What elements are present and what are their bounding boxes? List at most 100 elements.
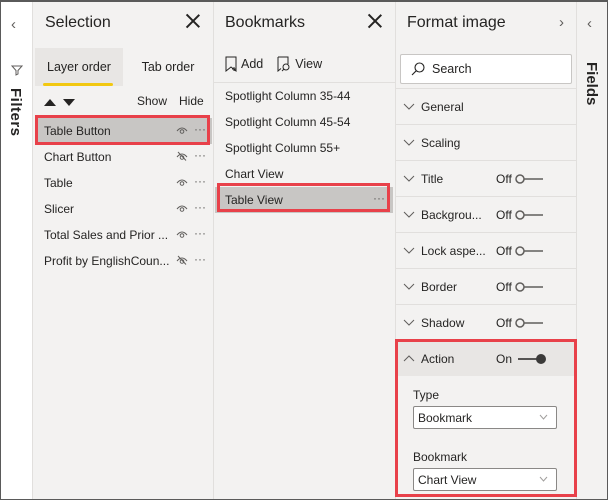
- layer-item[interactable]: Chart Button ···: [35, 144, 212, 170]
- section-background[interactable]: Backgrou... Off: [396, 196, 576, 232]
- format-title: Format image: [407, 14, 506, 31]
- more-options-icon[interactable]: ···: [373, 191, 385, 205]
- close-icon[interactable]: [185, 13, 201, 29]
- layer-item-name: Total Sales and Prior ...: [44, 228, 169, 242]
- section-label: Title: [421, 171, 444, 186]
- toggle-state: Off: [496, 207, 512, 222]
- eye-icon[interactable]: [176, 125, 188, 135]
- eye-icon[interactable]: [176, 229, 188, 239]
- layer-item[interactable]: Slicer ···: [35, 196, 212, 222]
- search-input[interactable]: Search: [400, 54, 572, 84]
- bookmark-item-selected[interactable]: Table View ···: [215, 187, 393, 213]
- triangle-down-icon[interactable]: [63, 99, 75, 106]
- section-lock-aspect[interactable]: Lock aspe... Off: [396, 232, 576, 268]
- bookmarks-toolbar: Add View: [225, 56, 322, 72]
- type-label: Type: [413, 388, 440, 402]
- section-scaling[interactable]: Scaling: [396, 124, 576, 160]
- section-title[interactable]: Title Off: [396, 160, 576, 196]
- section-label: General: [421, 99, 464, 114]
- section-label: Backgrou...: [421, 207, 482, 222]
- layer-item-name: Table Button: [44, 124, 111, 138]
- more-options-icon[interactable]: ···: [194, 200, 206, 214]
- eye-hidden-icon[interactable]: [176, 151, 188, 161]
- section-action[interactable]: Action On: [396, 340, 576, 376]
- search-icon: [411, 62, 425, 76]
- view-bookmark-button[interactable]: View: [277, 56, 322, 72]
- toggle-state: On: [496, 351, 513, 366]
- bookmark-label: Bookmark: [413, 450, 468, 464]
- toggle-switch[interactable]: [515, 318, 547, 328]
- fields-pane[interactable]: ‹ Fields: [577, 2, 607, 499]
- bookmarks-pane: Bookmarks Add View Spotlight Column 35-4…: [214, 2, 396, 499]
- chevron-down-icon: [539, 476, 548, 482]
- chevron-down-icon: [403, 247, 415, 254]
- fields-label[interactable]: Fields: [583, 62, 600, 105]
- more-options-icon[interactable]: ···: [194, 226, 206, 240]
- tab-layer-order[interactable]: Layer order: [35, 48, 123, 86]
- section-border[interactable]: Border Off: [396, 268, 576, 304]
- bookmark-add-icon: [225, 56, 237, 72]
- funnel-icon: [11, 65, 23, 76]
- active-tab-indicator: [43, 83, 113, 86]
- type-dropdown[interactable]: Bookmark: [413, 406, 557, 429]
- chevron-up-icon: [403, 355, 415, 362]
- type-value: Bookmark: [418, 410, 473, 425]
- toggle-switch[interactable]: [515, 282, 547, 292]
- section-label: Border: [421, 279, 458, 294]
- chevron-down-icon: [539, 414, 548, 420]
- toggle-switch[interactable]: [515, 246, 547, 256]
- layer-item-name: Table: [44, 176, 73, 190]
- toggle-switch[interactable]: [515, 210, 547, 220]
- layer-item-name: Chart Button: [44, 150, 112, 164]
- layer-item-name: Slicer: [44, 202, 75, 216]
- bookmark-dropdown[interactable]: Chart View: [413, 468, 557, 491]
- bookmark-view-icon: [277, 56, 290, 72]
- chevron-down-icon: [403, 211, 415, 218]
- section-shadow[interactable]: Shadow Off: [396, 304, 576, 340]
- bookmark-list: Spotlight Column 35-44 Spotlight Column …: [215, 83, 393, 213]
- bookmark-item[interactable]: Spotlight Column 35-44: [215, 83, 393, 109]
- chevron-left-icon[interactable]: ‹: [587, 15, 592, 32]
- bookmark-item-name: Table View: [225, 193, 283, 207]
- eye-icon[interactable]: [176, 203, 188, 213]
- chevron-down-icon: [403, 175, 415, 182]
- add-label: Add: [241, 57, 264, 71]
- section-label: Scaling: [421, 135, 461, 150]
- eye-hidden-icon[interactable]: [176, 255, 188, 265]
- tab-tab-order[interactable]: Tab order: [124, 48, 212, 86]
- layer-item[interactable]: Table Button ···: [35, 118, 212, 144]
- more-options-icon[interactable]: ···: [194, 252, 206, 266]
- more-options-icon[interactable]: ···: [194, 122, 206, 136]
- selection-pane: Selection Layer order Tab order Show Hid…: [34, 2, 214, 499]
- toggle-switch[interactable]: [515, 174, 547, 184]
- layer-list: Table Button ··· Chart Button ··· Table …: [35, 118, 212, 274]
- layer-item[interactable]: Table ···: [35, 170, 212, 196]
- toggle-switch-on[interactable]: [515, 353, 547, 365]
- layer-item[interactable]: Profit by EnglishCoun... ···: [35, 248, 212, 274]
- add-bookmark-button[interactable]: Add: [225, 56, 263, 72]
- chevron-down-icon: [403, 139, 415, 146]
- action-settings: Type Bookmark Bookmark Chart View: [396, 376, 576, 498]
- hide-all-button[interactable]: Hide: [179, 94, 204, 108]
- bookmarks-title: Bookmarks: [225, 14, 306, 31]
- chevron-right-icon[interactable]: ›: [559, 14, 564, 31]
- show-all-button[interactable]: Show: [137, 94, 167, 108]
- more-options-icon[interactable]: ···: [194, 148, 206, 162]
- bookmark-item[interactable]: Spotlight Column 55+: [215, 135, 393, 161]
- chevron-left-icon[interactable]: ‹: [11, 16, 16, 33]
- bookmark-item[interactable]: Spotlight Column 45-54: [215, 109, 393, 135]
- chevron-down-icon: [403, 283, 415, 290]
- section-general[interactable]: General: [396, 88, 576, 124]
- layer-item[interactable]: Total Sales and Prior ... ···: [35, 222, 212, 248]
- bookmark-item[interactable]: Chart View: [215, 161, 393, 187]
- filters-pane[interactable]: ‹ Filters: [1, 2, 33, 499]
- section-label: Action: [421, 351, 455, 366]
- bookmark-value: Chart View: [418, 472, 477, 487]
- close-icon[interactable]: [367, 13, 383, 29]
- more-options-icon[interactable]: ···: [194, 174, 206, 188]
- eye-icon[interactable]: [176, 177, 188, 187]
- layer-move-controls: [44, 97, 75, 109]
- triangle-up-icon[interactable]: [44, 99, 56, 106]
- filters-label[interactable]: Filters: [7, 88, 24, 137]
- section-label: Lock aspe...: [421, 243, 486, 258]
